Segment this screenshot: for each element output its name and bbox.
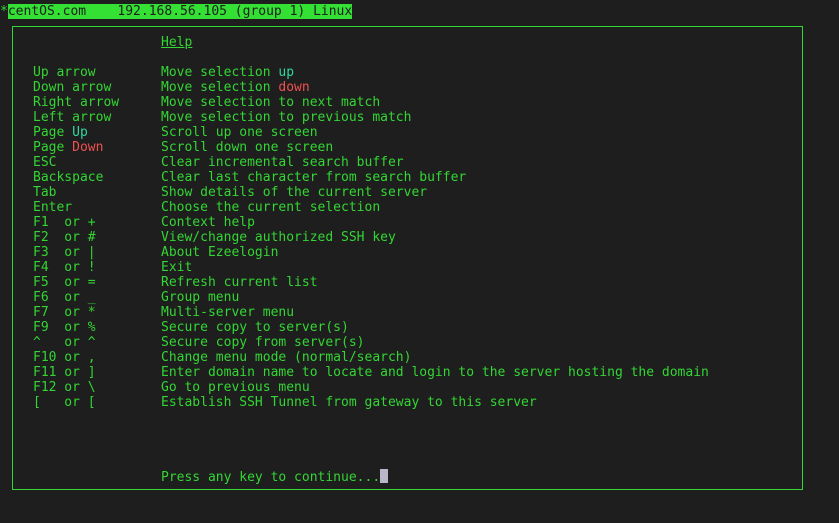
shortcut-description: Choose the current selection bbox=[161, 200, 380, 215]
shortcut-key: Page Up bbox=[33, 125, 88, 140]
shortcut-key: F9 or % bbox=[33, 320, 96, 335]
shortcut-description: Move selection to previous match bbox=[161, 110, 411, 125]
shortcut-description-text: Scroll down one screen bbox=[161, 140, 334, 155]
shortcut-key-highlight: Down bbox=[72, 140, 104, 155]
shortcut-key: F11 or ] bbox=[33, 365, 96, 380]
shortcut-description-text: Context help bbox=[161, 215, 255, 230]
shortcut-description: Go to previous menu bbox=[161, 380, 310, 395]
shortcut-key-highlight: Up bbox=[72, 125, 88, 140]
shortcut-key: Page Down bbox=[33, 140, 103, 155]
shortcut-description-highlight: down bbox=[278, 80, 310, 95]
shortcut-key: [ or [ bbox=[33, 395, 96, 410]
shortcut-description-text: About Ezeelogin bbox=[161, 245, 279, 260]
server-session-label[interactable]: centOS.com 192.168.56.105 (group 1) Linu… bbox=[7, 4, 353, 19]
shortcut-key: Backspace bbox=[33, 170, 104, 185]
shortcut-key: Down arrow bbox=[33, 80, 112, 95]
shortcut-description-text: Multi-server menu bbox=[161, 305, 295, 320]
shortcut-description-text: Enter domain name to locate and login to… bbox=[161, 365, 709, 380]
shortcut-description: Enter domain name to locate and login to… bbox=[161, 365, 709, 380]
shortcut-key: F10 or , bbox=[33, 350, 96, 365]
shortcut-description: Multi-server menu bbox=[161, 305, 294, 320]
shortcut-description-text: View/change authorized SSH key bbox=[161, 230, 396, 245]
shortcut-key: Left arrow bbox=[33, 110, 112, 125]
shortcut-description-text: Clear incremental search buffer bbox=[161, 155, 404, 170]
help-dialog: Help Up arrow Move selection up Down arrow… bbox=[12, 26, 803, 490]
shortcut-description: Change menu mode (normal/search) bbox=[161, 350, 411, 365]
shortcut-description: Secure copy from server(s) bbox=[161, 335, 365, 350]
shortcut-description-text: Change menu mode (normal/search) bbox=[161, 350, 412, 365]
continue-prompt-text: Press any key to continue... bbox=[161, 470, 381, 485]
shortcut-key-prefix: Page bbox=[33, 125, 73, 140]
help-title: Help bbox=[161, 35, 193, 50]
shortcut-description: Establish SSH Tunnel from gateway to thi… bbox=[161, 395, 537, 410]
shortcut-description-text: Secure copy from server(s) bbox=[161, 335, 365, 350]
shortcut-description-text: Secure copy to server(s) bbox=[161, 320, 349, 335]
shortcut-description: Context help bbox=[161, 215, 255, 230]
shortcut-description-text: Exit bbox=[161, 260, 193, 275]
shortcut-description-text: Refresh current list bbox=[161, 275, 318, 290]
shortcut-key: ^ or ^ bbox=[33, 335, 96, 350]
shortcut-description-text: Move selection to next match bbox=[161, 95, 381, 110]
shortcut-description-text: Move selection to previous match bbox=[161, 110, 412, 125]
shortcut-key: F4 or ! bbox=[33, 260, 96, 275]
continue-prompt[interactable]: Press any key to continue... bbox=[161, 469, 389, 485]
shortcut-key: F1 or + bbox=[33, 215, 96, 230]
shortcut-description-text: Move selection bbox=[161, 65, 279, 80]
shortcut-key: F6 or _ bbox=[33, 290, 96, 305]
shortcut-description-text: Move selection bbox=[161, 80, 279, 95]
shortcut-description: View/change authorized SSH key bbox=[161, 230, 396, 245]
shortcut-description-text: Scroll up one screen bbox=[161, 125, 318, 140]
shortcut-key: Enter bbox=[33, 200, 73, 215]
shortcut-key: Right arrow bbox=[33, 95, 120, 110]
active-marker: * bbox=[0, 4, 8, 19]
shortcut-description: Scroll up one screen bbox=[161, 125, 318, 140]
shortcut-description: Secure copy to server(s) bbox=[161, 320, 349, 335]
shortcut-description: Group menu bbox=[161, 290, 239, 305]
shortcut-description: Show details of the current server bbox=[161, 185, 427, 200]
text-cursor bbox=[380, 469, 389, 483]
shortcut-key: F12 or \ bbox=[33, 380, 96, 395]
shortcut-description-text: Show details of the current server bbox=[161, 185, 428, 200]
shortcut-key-prefix: Page bbox=[33, 140, 73, 155]
terminal-title-bar: *centOS.com 192.168.56.105 (group 1) Lin… bbox=[0, 4, 353, 19]
shortcut-key: F5 or = bbox=[33, 275, 96, 290]
shortcut-description: Scroll down one screen bbox=[161, 140, 333, 155]
shortcut-key: F7 or * bbox=[33, 305, 96, 320]
shortcut-description-text: Establish SSH Tunnel from gateway to thi… bbox=[161, 395, 537, 410]
shortcut-description: Refresh current list bbox=[161, 275, 318, 290]
shortcut-description: Clear last character from search buffer bbox=[161, 170, 466, 185]
shortcut-description: Move selection down bbox=[161, 80, 310, 95]
shortcut-description-highlight: up bbox=[278, 65, 295, 80]
shortcut-description-text: Group menu bbox=[161, 290, 240, 305]
shortcut-description-text: Choose the current selection bbox=[161, 200, 381, 215]
shortcut-key: Tab bbox=[33, 185, 57, 200]
shortcut-key: F2 or # bbox=[33, 230, 96, 245]
shortcut-description: About Ezeelogin bbox=[161, 245, 278, 260]
shortcut-description: Move selection up bbox=[161, 65, 294, 80]
shortcut-key: Up arrow bbox=[33, 65, 96, 80]
shortcut-key: F3 or | bbox=[33, 245, 96, 260]
shortcut-description: Clear incremental search buffer bbox=[161, 155, 404, 170]
shortcut-description-text: Clear last character from search buffer bbox=[161, 170, 467, 185]
shortcut-description-text: Go to previous menu bbox=[161, 380, 310, 395]
shortcut-description: Move selection to next match bbox=[161, 95, 380, 110]
shortcut-description: Exit bbox=[161, 260, 192, 275]
shortcut-key: ESC bbox=[33, 155, 57, 170]
